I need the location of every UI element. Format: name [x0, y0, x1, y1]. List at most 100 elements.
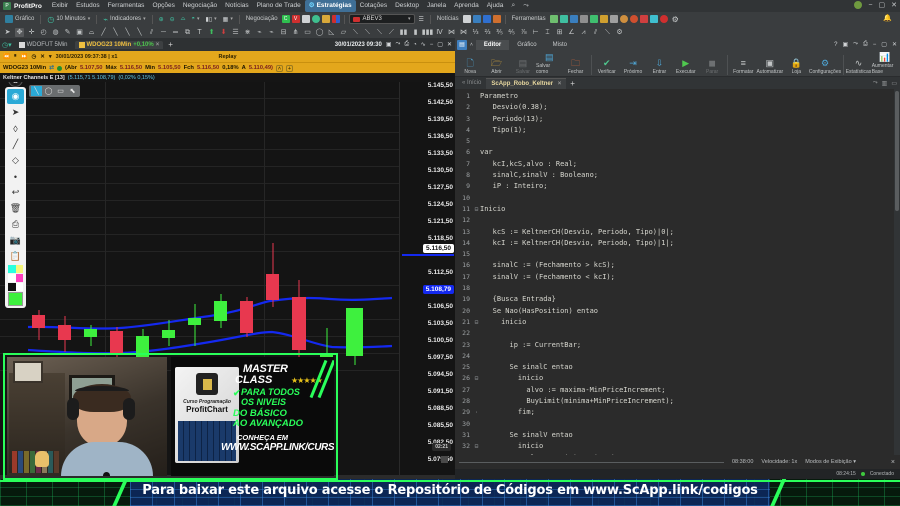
fold-toggle-icon[interactable]: ⊟ [473, 204, 480, 215]
marker-icon[interactable]: ▣ [75, 28, 84, 37]
chart-tab-wdog23[interactable]: WDOG23 10Min +0,10% × [74, 40, 164, 49]
axis-scale-controls[interactable]: › [441, 456, 452, 463]
label-a-icon[interactable]: ⟍ [375, 28, 384, 37]
menu-janela[interactable]: Janela [423, 0, 450, 12]
layout-grid-button[interactable]: ▦ ▾ [221, 15, 235, 24]
rectangle-icon[interactable]: ▭ [303, 28, 312, 37]
account-status-icon[interactable] [854, 1, 863, 9]
angle5-icon[interactable]: ⅞ [519, 28, 528, 37]
pointer-icon[interactable]: ➤ [7, 105, 24, 120]
replay-forward-button[interactable]: ⏩ [21, 54, 28, 60]
add-chart-tab-button[interactable]: + [168, 40, 173, 49]
elliott-wave-icon[interactable]: ⟍ [351, 28, 360, 37]
ray-icon[interactable]: ╲ [123, 28, 132, 37]
axis-fit-icon[interactable] [441, 456, 449, 463]
color-swatch-row-2[interactable] [8, 274, 23, 282]
close-chart-button[interactable]: ✕ [447, 41, 452, 48]
editor-tool-configuracoes[interactable]: ⚙ Configurações [809, 58, 841, 75]
channel-icon[interactable]: ⧉ [183, 28, 192, 37]
grid-icon[interactable]: ⊞ [555, 28, 564, 37]
eraser-icon[interactable]: ◴ [39, 28, 48, 37]
trendline-icon[interactable]: ╱ [99, 28, 108, 37]
bars-pattern3-icon[interactable]: ▮▮▮ [422, 28, 434, 37]
menu-ferramentas[interactable]: Ferramentas [104, 0, 149, 12]
editor-tool-loja[interactable]: 🔒 Loja [783, 58, 809, 75]
tool9-icon[interactable] [629, 15, 638, 23]
close-icon[interactable]: × [156, 42, 160, 48]
fib-time-icon[interactable]: ⌁ [267, 28, 276, 37]
zigzag-icon[interactable]: ⟍ [603, 28, 612, 37]
bars-pattern2-icon[interactable]: ▮ [411, 28, 420, 37]
double-line-icon[interactable]: ═ [171, 28, 180, 37]
maximize-editor-button[interactable]: ▢ [881, 41, 887, 48]
book-icon[interactable] [301, 15, 310, 23]
tool1-icon[interactable] [549, 15, 558, 23]
minimize-pane-icon[interactable]: ▭ [891, 80, 897, 87]
tab-misto[interactable]: Misto [545, 40, 575, 50]
editor-tool-aumentar-base[interactable]: 📊 Aumentar Base [872, 52, 898, 75]
report-icon[interactable] [472, 15, 481, 23]
pie-icon[interactable] [311, 15, 320, 23]
arrow-up-icon[interactable]: ⬆ [207, 28, 216, 37]
indicators-button[interactable]: ⌁ Indicadores ▾ [101, 14, 147, 25]
slope-icon[interactable]: ⫽ [591, 28, 600, 37]
help-icon[interactable]: ? [834, 42, 837, 48]
camera-icon[interactable]: 📷 [7, 233, 24, 248]
editor-tool-abrir[interactable]: 🗁 Abrir [483, 58, 509, 75]
fold-toggle-icon[interactable]: ⊟ [473, 373, 480, 384]
trash-icon[interactable]: 🗑 [7, 201, 24, 216]
triangle-icon[interactable]: ◺ [327, 28, 336, 37]
line-tool-icon[interactable]: ╲ [31, 86, 42, 96]
expand-icon[interactable]: + [286, 64, 293, 72]
editor-tool-verificar[interactable]: ✔ Verificar [594, 58, 620, 75]
tool4-icon[interactable] [579, 15, 588, 23]
angle-measure-icon[interactable]: ∠ [567, 28, 576, 37]
minimize-chart-button[interactable]: − [430, 42, 434, 48]
measure2-icon[interactable]: ⋈ [459, 28, 468, 37]
code-vertical-scrollbar[interactable] [894, 89, 900, 469]
alert-icon[interactable] [649, 15, 658, 23]
clipboard-icon[interactable]: 📋 [7, 249, 24, 264]
tool3-icon[interactable] [569, 15, 578, 23]
timeframe-button[interactable]: ◷ 10 Minutos ▾ [45, 14, 92, 25]
palette-button[interactable]: ◓ ▾ [189, 15, 201, 23]
tool8-icon[interactable] [619, 15, 628, 23]
sell-icon[interactable]: V [291, 15, 300, 23]
editor-tool-salvar-como[interactable]: ▤ Salvar como [536, 52, 562, 75]
menu-estrategias[interactable]: ⚙ Estratégias [304, 0, 356, 12]
editor-tool-entrar[interactable]: ⇩ Entrar [646, 58, 672, 75]
maximize-button[interactable]: ▢ [879, 1, 886, 9]
course-advertisement[interactable]: Curso Programação ProfitChart MASTER CLA… [171, 357, 334, 476]
times-trades-icon[interactable] [331, 15, 340, 23]
fib-retracement-icon[interactable]: ☰ [231, 28, 240, 37]
zoom-in-button[interactable]: ⊕ [157, 15, 166, 24]
chart-tab-wdofut[interactable]: WDOFUT 5Min [15, 41, 72, 49]
search-icon[interactable]: ⌕ [507, 0, 519, 12]
editor-tool-fechar[interactable]: 🗀 Fechar [562, 58, 588, 75]
circle-tool-icon[interactable]: ◯ [43, 86, 54, 96]
color-swatch-row-1[interactable] [8, 265, 23, 273]
label-b-icon[interactable]: ⟋ [387, 28, 396, 37]
replay-close-button[interactable]: ✕ [40, 54, 45, 60]
file-tab-home[interactable]: « Início [457, 78, 486, 88]
cursor-icon[interactable]: ➤ [3, 28, 12, 37]
editor-tool-proximo[interactable]: ⇥ Próximo [620, 58, 646, 75]
crosshair-icon[interactable]: ✥ [15, 27, 24, 37]
tv-icon[interactable] [482, 15, 491, 23]
tool2-icon[interactable] [559, 15, 568, 23]
dot-icon[interactable]: • [7, 169, 24, 184]
rect-tool-icon[interactable]: ▭ [55, 86, 66, 96]
add-file-tab-button[interactable]: + [570, 79, 575, 88]
cart-icon[interactable] [639, 15, 648, 23]
code-fold-column[interactable]: ⊟ ⊟ ⊟ · ⊟ [473, 89, 480, 469]
paint-icon[interactable]: ◍ [51, 28, 60, 37]
angle4-icon[interactable]: ⅘ [507, 28, 516, 37]
close-editor-button[interactable]: ✕ [892, 41, 897, 48]
measure-icon[interactable]: ⋈ [447, 28, 456, 37]
bars-pattern-icon[interactable]: ▮▮ [399, 28, 408, 37]
chevron-right-icon[interactable]: › [450, 457, 452, 463]
snapshot-icon[interactable]: ▣ [842, 41, 848, 48]
menu-aprenda[interactable]: Aprenda [450, 0, 483, 12]
tool5-icon[interactable] [589, 15, 598, 23]
editor-tool-estatisticas[interactable]: ∿ Estatísticas [845, 58, 872, 75]
